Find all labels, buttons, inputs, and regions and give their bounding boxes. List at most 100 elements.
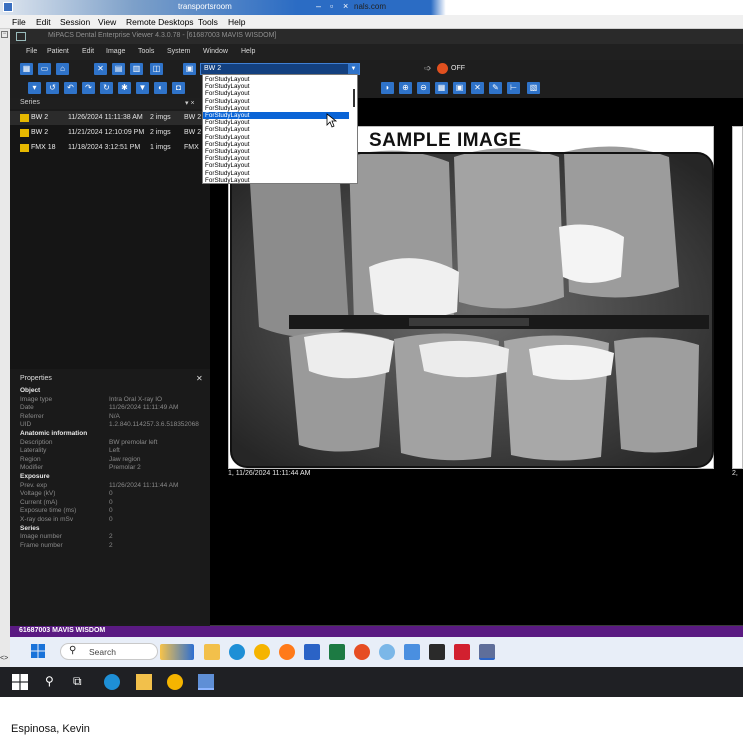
dropdown-option[interactable]: ForStudyLayout <box>203 162 349 169</box>
grid-icon[interactable]: ▦ <box>435 82 448 94</box>
remote-menu-file[interactable]: File <box>12 17 26 27</box>
minimize-icon[interactable]: – <box>316 1 321 11</box>
annotation-icon[interactable]: ◗ <box>381 82 394 94</box>
window-icon[interactable]: ▤ <box>112 63 125 75</box>
app-menu-image[interactable]: Image <box>106 48 125 55</box>
crosshair-icon[interactable]: ✕ <box>471 82 484 94</box>
image-tool-icon[interactable]: ▧ <box>527 82 540 94</box>
remote-menu-help[interactable]: Help <box>228 17 245 27</box>
chrome-icon[interactable] <box>254 644 270 660</box>
app-title: MiPACS Dental Enterprise Viewer 4.3.0.78… <box>48 32 277 39</box>
search-icon[interactable]: ⚲ <box>45 674 61 690</box>
app-menu-help[interactable]: Help <box>241 48 255 55</box>
series-row[interactable]: FMX 18 11/18/2024 3:12:51 PM 1 imgs FMX <box>10 141 210 155</box>
dropdown-option[interactable]: ForStudyLayout <box>203 177 349 183</box>
app-menu-tools[interactable]: Tools <box>138 48 154 55</box>
camera-icon[interactable]: ◘ <box>172 82 185 94</box>
dropdown-option[interactable]: ForStudyLayout <box>203 76 349 83</box>
zoom-out-icon[interactable]: ⊖ <box>417 82 430 94</box>
fit-icon[interactable]: ▣ <box>453 82 466 94</box>
layout-dropdown-list[interactable]: ForStudyLayout ForStudyLayout ForStudyLayo… <box>202 74 358 184</box>
app-menu-edit[interactable]: Edit <box>82 48 94 55</box>
property-row: Exposure time (ms) 0 <box>20 507 210 515</box>
dropdown-option[interactable]: ForStudyLayout <box>203 105 349 112</box>
rotate-right-icon[interactable]: ↻ <box>100 82 113 94</box>
remote-menu-tools[interactable]: Tools <box>198 17 218 27</box>
undo-icon[interactable]: ↶ <box>64 82 77 94</box>
chrome-icon[interactable] <box>167 674 183 690</box>
epic-icon[interactable] <box>429 644 445 660</box>
taskbar-widget-icon[interactable] <box>160 644 194 660</box>
marker-icon[interactable]: ▼ <box>136 82 149 94</box>
remote-desktop-icon[interactable] <box>198 674 214 690</box>
layout-icon[interactable]: ▣ <box>183 63 196 75</box>
series-panel-title: Series <box>20 99 40 106</box>
excel-icon[interactable] <box>329 644 345 660</box>
property-key: Modifier <box>20 464 44 472</box>
app-menu-file[interactable]: File <box>26 48 37 55</box>
pencil-icon[interactable]: ✎ <box>489 82 502 94</box>
remote-left-strip: − <> <box>0 29 10 667</box>
pin-icon[interactable]: ▾ × <box>185 99 195 107</box>
delete-icon[interactable]: ✕ <box>94 63 107 75</box>
property-value: 11/26/2024 11:11:49 AM <box>109 404 179 412</box>
mipacs-icon[interactable] <box>479 644 495 660</box>
ruler-icon[interactable]: ⊢ <box>507 82 520 94</box>
remote-menu-session[interactable]: Session <box>60 17 90 27</box>
windows-start-icon[interactable] <box>31 644 45 658</box>
epic-red-icon[interactable] <box>454 644 470 660</box>
app-menu-patient[interactable]: Patient <box>47 48 69 55</box>
collapse-icon[interactable]: − <box>1 31 8 38</box>
monitor-icon[interactable]: ▭ <box>38 63 51 75</box>
filter-icon[interactable]: ▾ <box>28 82 41 94</box>
property-value: 0 <box>109 498 113 506</box>
rotate-left-icon[interactable]: ↺ <box>46 82 59 94</box>
remote-menu-view[interactable]: View <box>98 17 116 27</box>
file-explorer-icon[interactable] <box>136 674 152 690</box>
series-row[interactable]: BW 2 11/21/2024 12:10:09 PM 2 imgs BW 2 <box>10 126 210 140</box>
windows-start-icon[interactable] <box>12 674 28 690</box>
remote-menu-remote-desktops[interactable]: Remote Desktops <box>126 17 194 27</box>
app-menu-window[interactable]: Window <box>203 48 228 55</box>
app-icon[interactable] <box>404 644 420 660</box>
redo-icon[interactable]: ↷ <box>82 82 95 94</box>
dropdown-option[interactable]: ForStudyLayout <box>203 148 349 155</box>
dropdown-scrollbar[interactable] <box>353 89 355 107</box>
firefox-icon[interactable] <box>279 644 295 660</box>
property-row: Referrer N/A <box>20 413 210 421</box>
property-value: Jaw region <box>109 455 141 463</box>
property-row: Exposure <box>20 473 210 481</box>
dropdown-option[interactable]: ForStudyLayout <box>203 83 349 90</box>
xray-image-tile-2[interactable] <box>732 126 743 469</box>
taskbar-search[interactable]: ⚲ Search <box>60 643 158 660</box>
tiles-icon[interactable]: ▥ <box>130 63 143 75</box>
invert-icon[interactable]: ◐ <box>154 82 167 94</box>
remote-app-icon[interactable] <box>304 644 320 660</box>
task-view-icon[interactable]: ⧉ <box>73 674 89 690</box>
zoom-in-icon[interactable]: ⊕ <box>399 82 412 94</box>
dropdown-option[interactable]: ForStudyLayout <box>203 98 349 105</box>
app-icon[interactable] <box>354 644 370 660</box>
split-icon[interactable]: ◫ <box>150 63 163 75</box>
dropdown-option[interactable]: ForStudyLayout <box>203 155 349 162</box>
app-menu-system[interactable]: System <box>167 48 190 55</box>
close-icon[interactable]: × <box>343 1 348 11</box>
chevron-down-icon[interactable]: ▼ <box>348 64 359 74</box>
series-row[interactable]: BW 2 11/26/2024 11:11:38 AM 2 imgs BW 2 <box>10 111 210 125</box>
status-patient: 61687003 MAVIS WISDOM <box>19 627 106 634</box>
dropdown-option[interactable]: ForStudyLayout <box>203 134 349 141</box>
edge-icon[interactable] <box>229 644 245 660</box>
remote-menu-edit[interactable]: Edit <box>36 17 51 27</box>
home-icon[interactable]: ⌂ <box>56 63 69 75</box>
layout-grid-icon[interactable]: ▦ <box>20 63 33 75</box>
edge-icon[interactable] <box>104 674 120 690</box>
dropdown-option[interactable]: ForStudyLayout <box>203 170 349 177</box>
app-icon[interactable] <box>379 644 395 660</box>
restore-icon[interactable]: ▫ <box>330 1 333 11</box>
dropdown-option[interactable]: ForStudyLayout <box>203 141 349 148</box>
dropdown-option[interactable]: ForStudyLayout <box>203 90 349 97</box>
file-explorer-icon[interactable] <box>204 644 220 660</box>
settings-icon[interactable]: ✱ <box>118 82 131 94</box>
expand-arrows-icon[interactable]: <> <box>0 655 8 662</box>
close-icon[interactable]: ✕ <box>196 374 203 383</box>
